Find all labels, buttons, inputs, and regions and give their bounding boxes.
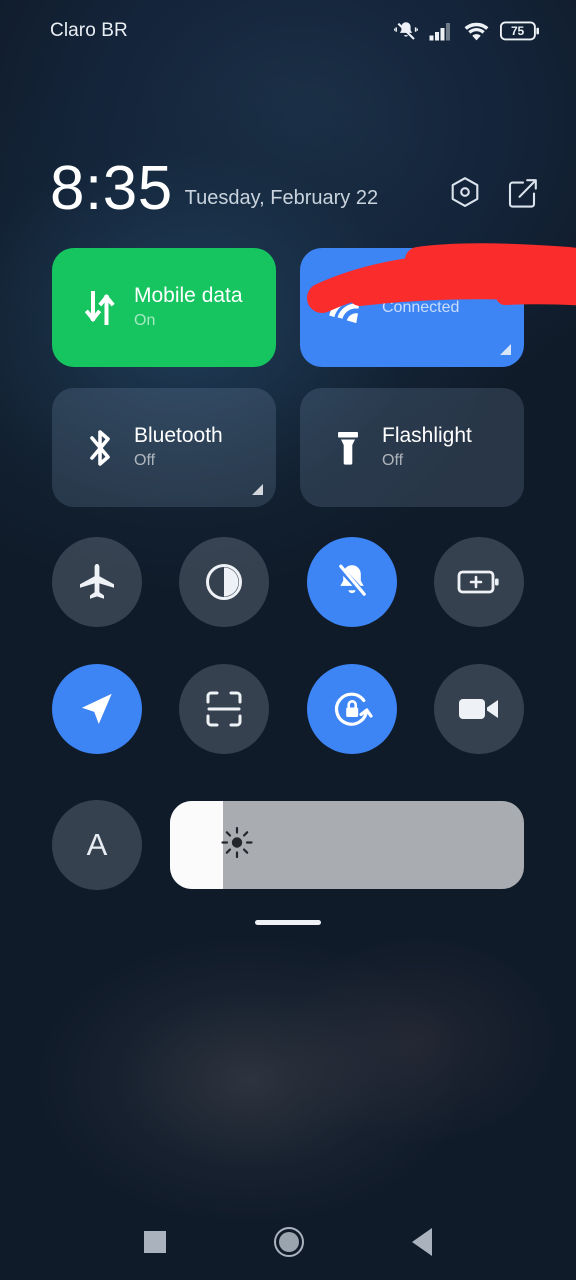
- clock-date[interactable]: Tuesday, February 22: [185, 187, 378, 218]
- panel-drag-handle[interactable]: [255, 920, 321, 925]
- toggle-screen-recorder[interactable]: [433, 664, 524, 754]
- carrier-label: Claro BR: [50, 20, 128, 41]
- circle-toggle-row-1: [52, 537, 524, 627]
- back-triangle-icon[interactable]: [412, 1228, 432, 1256]
- bluetooth-icon: [78, 426, 122, 470]
- airplane-icon: [76, 561, 118, 603]
- tile-mobile-data-title: Mobile data: [134, 284, 243, 307]
- toggle-airplane-mode[interactable]: [52, 537, 142, 627]
- toggle-scanner[interactable]: [179, 664, 270, 754]
- contrast-circle-icon: [202, 560, 246, 604]
- header-actions: [449, 176, 538, 218]
- toggle-battery-saver[interactable]: [433, 537, 524, 627]
- tile-flashlight[interactable]: Flashlight Off: [300, 388, 524, 507]
- tile-flashlight-status: Off: [382, 452, 404, 469]
- rotation-lock-icon: [330, 687, 374, 731]
- tile-bluetooth[interactable]: Bluetooth Off: [52, 388, 276, 507]
- toggle-rotation-lock[interactable]: [306, 664, 397, 754]
- clock-header: 8:35 Tuesday, February 22: [50, 148, 538, 220]
- tile-bluetooth-expand-icon[interactable]: [252, 484, 263, 495]
- navigation-bar: [0, 1204, 576, 1280]
- video-camera-icon: [457, 695, 501, 723]
- notifications-silenced-icon: [394, 20, 418, 42]
- toggle-location[interactable]: [52, 664, 142, 754]
- status-bar-icons: 75: [394, 20, 540, 42]
- recents-square-icon[interactable]: [144, 1231, 166, 1253]
- auto-brightness-label: A: [86, 827, 108, 862]
- brightness-row: A: [52, 800, 524, 890]
- tile-mobile-data[interactable]: Mobile data On: [52, 248, 276, 367]
- brightness-slider-fill: [170, 801, 224, 889]
- flashlight-icon: [326, 427, 370, 469]
- home-circle-icon[interactable]: [274, 1227, 304, 1257]
- tile-wifi-status: Connected: [382, 299, 460, 316]
- tile-wifi[interactable]: Connected: [300, 243, 576, 367]
- location-arrow-icon: [77, 689, 117, 729]
- tile-wifi-expand-icon[interactable]: [500, 344, 511, 355]
- cellular-signal-icon: [429, 22, 453, 41]
- big-tile-row-1: Mobile data On Connected: [52, 243, 576, 367]
- scan-frame-icon: [203, 688, 245, 730]
- big-tile-row-2: Bluetooth Off Flashlight Off: [52, 388, 524, 507]
- toggle-dark-mode[interactable]: [179, 537, 270, 627]
- auto-brightness-button[interactable]: A: [52, 800, 142, 890]
- battery-level-label: 75: [511, 23, 524, 38]
- brightness-slider[interactable]: [170, 801, 524, 889]
- tile-bluetooth-title: Bluetooth: [134, 424, 223, 447]
- tile-bluetooth-status: Off: [134, 452, 156, 469]
- edit-tiles-icon[interactable]: [507, 177, 538, 209]
- settings-hexagon-icon[interactable]: [449, 176, 481, 210]
- battery-plus-icon: [457, 567, 501, 597]
- tile-mobile-data-status: On: [134, 312, 156, 329]
- wifi-icon: [326, 291, 370, 325]
- clock-time[interactable]: 8:35: [50, 158, 173, 220]
- circle-toggle-row-2: [52, 664, 524, 754]
- status-bar: Claro BR 75: [0, 0, 576, 62]
- battery-icon: 75: [500, 21, 540, 41]
- toggle-silent-mode[interactable]: [306, 537, 397, 627]
- quick-settings-panel: Claro BR 75 8:35 Tuesday, February 22 Mo…: [0, 0, 576, 1280]
- bell-muted-icon: [331, 561, 373, 603]
- mobile-data-arrows-icon: [78, 288, 122, 328]
- brightness-sun-icon: [220, 826, 254, 865]
- tile-flashlight-title: Flashlight: [382, 424, 472, 447]
- wifi-icon: [464, 22, 489, 41]
